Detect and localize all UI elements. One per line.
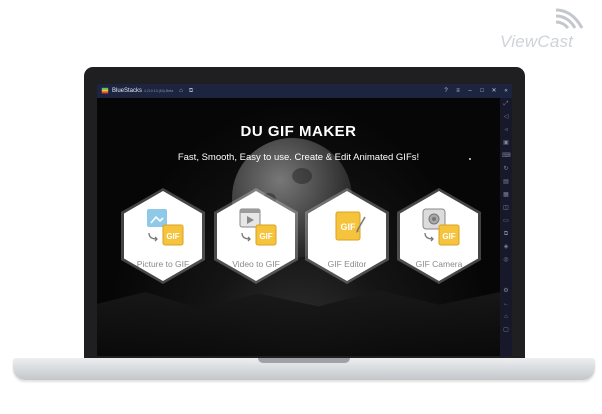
- laptop-screen: BlueStacks 4.210.10.(64)-Beta ⌂ ⧉ ? ≡ – …: [97, 84, 512, 356]
- video-to-gif-option[interactable]: GIF Video to GIF: [214, 188, 298, 284]
- macro-icon[interactable]: ▦: [502, 192, 510, 199]
- minimize-icon[interactable]: –: [464, 88, 476, 94]
- recent-icon[interactable]: ▢: [502, 327, 510, 334]
- app-content: DU GIF MAKER Fast, Smooth, Easy to use. …: [97, 98, 500, 356]
- gif-badge: GIF: [259, 232, 272, 241]
- app-subtitle: Fast, Smooth, Easy to use. Create & Edit…: [177, 152, 420, 163]
- folder-icon[interactable]: ▭: [502, 218, 510, 225]
- gif-editor-icon: GIF: [335, 211, 366, 241]
- multi-instance-icon[interactable]: ⧉: [189, 88, 193, 94]
- laptop-notch: [258, 358, 350, 363]
- copy-icon[interactable]: ⧉: [502, 231, 510, 238]
- gif-badge: GIF: [166, 232, 179, 241]
- close-icon[interactable]: ✕: [488, 88, 500, 94]
- install-apk-icon[interactable]: ▤: [502, 179, 510, 186]
- picture-to-gif-icon: GIF: [147, 209, 184, 246]
- picture-to-gif-option[interactable]: GIF Picture to GIF: [121, 188, 205, 284]
- lunar-terrain: [97, 290, 500, 356]
- menu-icon[interactable]: ≡: [452, 88, 464, 94]
- watermark-text: ViewCast: [500, 32, 574, 51]
- video-to-gif-icon: GIF: [239, 208, 277, 246]
- app-name: BlueStacks: [112, 88, 143, 94]
- home-icon[interactable]: ⌂: [502, 314, 510, 321]
- bluestacks-titlebar: BlueStacks 4.210.10.(64)-Beta ⌂ ⧉ ? ≡ – …: [97, 84, 512, 98]
- gif-badge: GIF: [442, 232, 455, 241]
- restore-icon[interactable]: □: [476, 88, 488, 94]
- gif-camera-icon: GIF: [422, 208, 460, 246]
- collapse-icon[interactable]: «: [500, 88, 512, 94]
- stack-icon[interactable]: ◈: [502, 244, 510, 251]
- bluestacks-logo-icon: [101, 87, 109, 94]
- bluestacks-sidebar: ⤢ ◁ ◃ ▣ ⌨ ↻ ▤ ▦ ◫ ▭ ⧉ ◈ ◎ ⚙ ← ⌂ ▢: [500, 98, 512, 356]
- gif-badge: GIF: [341, 222, 357, 232]
- volume-up-icon[interactable]: ◁: [502, 114, 510, 121]
- settings-icon[interactable]: ⚙: [502, 288, 510, 295]
- page: ViewCast BlueStacks 4.210.10.(64)-Beta ⌂…: [0, 0, 602, 414]
- viewcast-watermark: ViewCast: [500, 6, 592, 52]
- keymap-icon[interactable]: ⌨: [502, 153, 511, 160]
- home-icon[interactable]: ⌂: [179, 88, 183, 94]
- window-controls: ? ≡ – □ ✕ «: [440, 84, 512, 98]
- volume-down-icon[interactable]: ◃: [502, 127, 510, 134]
- screenshot-icon[interactable]: ◫: [502, 205, 510, 212]
- app-title: DU GIF MAKER: [240, 123, 357, 140]
- screen-record-icon[interactable]: ▣: [502, 140, 510, 147]
- sync-icon[interactable]: ◎: [502, 257, 510, 264]
- gif-camera-option[interactable]: GIF GIF Camera: [397, 188, 481, 284]
- gif-editor-option[interactable]: GIF GIF Editor: [305, 188, 389, 284]
- back-icon[interactable]: ←: [502, 301, 510, 308]
- app-version: 4.210.10.(64)-Beta: [144, 89, 174, 93]
- signal-arcs-icon: [555, 8, 584, 29]
- rotate-icon[interactable]: ↻: [502, 166, 510, 173]
- help-icon[interactable]: ?: [440, 88, 452, 94]
- expand-icon[interactable]: ⤢: [502, 101, 510, 108]
